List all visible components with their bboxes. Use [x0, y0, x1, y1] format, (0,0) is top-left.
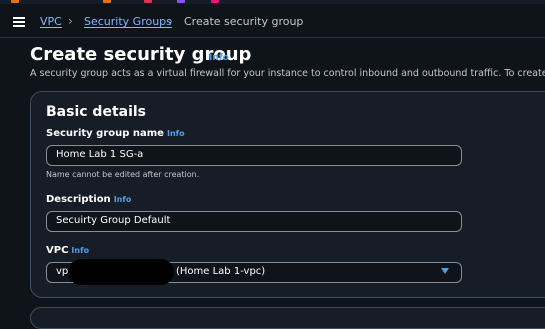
panel-heading: Basic details	[46, 104, 147, 120]
service-shortcut-icon[interactable]	[211, 0, 219, 3]
vpc-label-text: VPC	[46, 245, 69, 256]
menu-icon[interactable]	[13, 17, 25, 27]
page-description: A security group acts as a virtual firew…	[30, 68, 545, 79]
vpc-info-link[interactable]: Info	[71, 246, 89, 255]
breadcrumb-vpc[interactable]: VPC	[40, 15, 62, 28]
security-group-name-label-text: Security group name	[46, 128, 164, 139]
security-group-name-value: Home Lab 1 SG-a	[56, 149, 144, 160]
chevron-right-icon: ›	[68, 14, 73, 28]
redaction-mark	[68, 259, 174, 285]
breadcrumb-current: Create security group	[184, 15, 304, 28]
breadcrumb-bar: VPC › Security Groups › Create security …	[0, 4, 545, 38]
vpc-value-suffix: (Home Lab 1-vpc)	[176, 266, 266, 277]
description-input[interactable]: Secuirty Group Default	[46, 211, 462, 232]
description-info-link[interactable]: Info	[114, 195, 132, 204]
breadcrumb-security-groups[interactable]: Security Groups	[84, 15, 172, 28]
service-shortcut-icon[interactable]	[177, 0, 185, 3]
service-shortcut-icon[interactable]	[11, 0, 19, 3]
caret-down-icon[interactable]	[441, 268, 449, 274]
service-shortcut-icon[interactable]	[103, 0, 111, 3]
description-value: Secuirty Group Default	[56, 215, 171, 226]
description-label: Description Info	[46, 194, 131, 205]
vpc-value-prefix: vp	[56, 266, 69, 277]
security-group-name-label: Security group name Info	[46, 128, 185, 139]
description-label-text: Description	[46, 194, 111, 205]
page-info-link[interactable]: Info	[209, 53, 229, 63]
name-constraint-text: Name cannot be edited after creation.	[46, 170, 200, 179]
vpc-label: VPC Info	[46, 245, 89, 256]
service-shortcut-icon[interactable]	[144, 0, 152, 3]
next-section-panel	[30, 307, 545, 329]
security-group-name-input[interactable]: Home Lab 1 SG-a	[46, 145, 462, 166]
security-group-name-info-link[interactable]: Info	[167, 129, 185, 138]
chevron-right-icon: ›	[168, 14, 173, 28]
